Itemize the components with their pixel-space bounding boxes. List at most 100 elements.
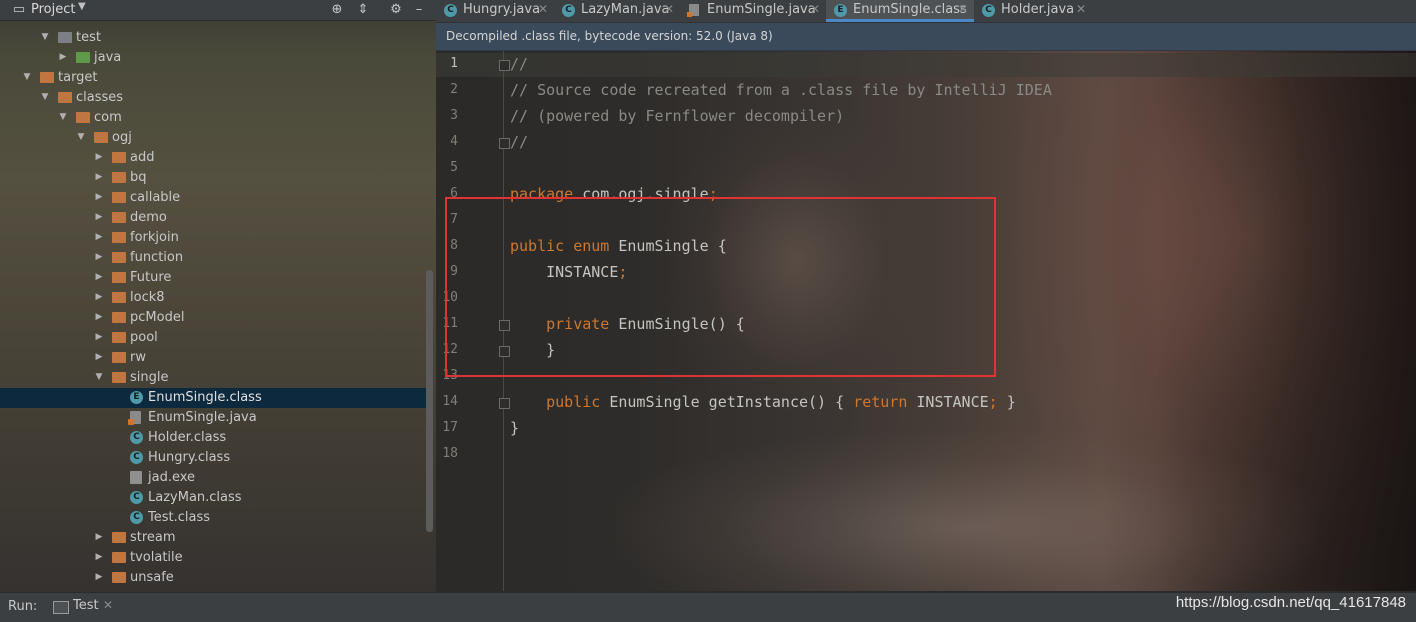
decompiled-banner: Decompiled .class file, bytecode version… (436, 23, 1416, 51)
locate-icon[interactable]: ⊕ (330, 3, 344, 17)
close-icon[interactable]: ✕ (958, 2, 968, 16)
hide-icon[interactable]: – (412, 3, 426, 17)
gear-icon[interactable]: ⚙ (389, 3, 403, 17)
collapsed-arrow-icon[interactable]: ▶ (94, 572, 104, 582)
tree-item-unsafe[interactable]: ▶ unsafe (0, 568, 430, 588)
tab-enumsingle-java[interactable]: EnumSingle.java ✕ (680, 0, 826, 22)
tree-item-target[interactable]: ▼ target (0, 68, 430, 88)
expanded-arrow-icon[interactable]: ▼ (22, 72, 32, 82)
class-file-icon: C (130, 491, 143, 504)
tree-item-lock8[interactable]: ▶ lock8 (0, 288, 430, 308)
tree-item-hungry-class[interactable]: C Hungry.class (0, 448, 430, 468)
tree-item-label: pool (130, 330, 158, 345)
tree-item-rw[interactable]: ▶ rw (0, 348, 430, 368)
tree-item-label: LazyMan.class (148, 490, 242, 505)
collapsed-arrow-icon[interactable]: ▶ (94, 332, 104, 342)
collapsed-arrow-icon[interactable]: ▶ (94, 532, 104, 542)
tree-item-label: unsafe (130, 570, 174, 585)
tree-item-label: forkjoin (130, 230, 179, 245)
close-icon[interactable]: ✕ (664, 2, 674, 16)
tree-item-lazyman-class[interactable]: C LazyMan.class (0, 488, 430, 508)
run-label: Run: (8, 599, 38, 614)
class-file-icon: C (130, 451, 143, 464)
tree-item-bq[interactable]: ▶ bq (0, 168, 430, 188)
tab-holder-java[interactable]: C Holder.java ✕ (974, 0, 1092, 22)
chevron-down-icon[interactable]: ▼ (78, 1, 86, 12)
tree-item-forkjoin[interactable]: ▶ forkjoin (0, 228, 430, 248)
close-icon[interactable]: ✕ (1076, 2, 1086, 16)
tab-hungry-java[interactable]: C Hungry.java ✕ (436, 0, 554, 22)
java-file-icon (128, 411, 141, 425)
fold-marker-icon[interactable] (499, 398, 510, 409)
tab-enumsingle-class[interactable]: E EnumSingle.class ✕ (826, 0, 974, 22)
folder-icon (112, 532, 126, 543)
class-icon: C (982, 4, 995, 17)
collapsed-arrow-icon[interactable]: ▶ (94, 312, 104, 322)
scrollbar[interactable] (426, 270, 433, 532)
code-line: // (510, 55, 529, 73)
collapsed-arrow-icon[interactable]: ▶ (94, 192, 104, 202)
tree-item-test-class[interactable]: C Test.class (0, 508, 430, 528)
tree-item-pool[interactable]: ▶ pool (0, 328, 430, 348)
exe-file-icon (130, 471, 142, 484)
tree-item-future[interactable]: ▶ Future (0, 268, 430, 288)
tree-item-com[interactable]: ▼ com (0, 108, 430, 128)
collapsed-arrow-icon[interactable]: ▶ (94, 172, 104, 182)
expanded-arrow-icon[interactable]: ▼ (40, 92, 50, 102)
collapsed-arrow-icon[interactable]: ▶ (94, 232, 104, 242)
project-header: ▭ Project ▼ ⊕ ⇕ ⚙ – (0, 0, 436, 21)
tree-item-tvolatile[interactable]: ▶ tvolatile (0, 548, 430, 568)
fold-marker-icon[interactable] (499, 60, 510, 71)
collapsed-arrow-icon[interactable]: ▶ (94, 272, 104, 282)
collapsed-arrow-icon[interactable]: ▶ (58, 52, 68, 62)
folder-icon (112, 252, 126, 263)
close-icon[interactable]: ✕ (810, 2, 820, 16)
fold-marker-icon[interactable] (499, 138, 510, 149)
expanded-arrow-icon[interactable]: ▼ (94, 372, 104, 382)
folder-icon (112, 192, 126, 203)
tree-item-label: single (130, 370, 169, 385)
tree-item-java[interactable]: ▶ java (0, 48, 430, 68)
tree-item-label: Hungry.class (148, 450, 231, 465)
tree-item-enumsingle-class[interactable]: E EnumSingle.class (0, 388, 430, 408)
collapsed-arrow-icon[interactable]: ▶ (94, 212, 104, 222)
line-number: 4 (450, 134, 458, 149)
tree-item-label: ogj (112, 130, 132, 145)
code-editor[interactable]: 1 2 3 4 5 6 7 8 9 10 11 12 13 14 17 18 //// Source code… (436, 51, 1416, 591)
folder-icon (76, 112, 90, 123)
tree-item-classes[interactable]: ▼ classes (0, 88, 430, 108)
tree-item-jad-exe[interactable]: jad.exe (0, 468, 430, 488)
tree-item-stream[interactable]: ▶ stream (0, 528, 430, 548)
tree-item-holder-class[interactable]: C Holder.class (0, 428, 430, 448)
run-tab-test[interactable]: Test (73, 598, 99, 613)
run-console-icon (53, 601, 69, 614)
collapsed-arrow-icon[interactable]: ▶ (94, 292, 104, 302)
tree-item-function[interactable]: ▶ function (0, 248, 430, 268)
close-icon[interactable]: ✕ (103, 598, 113, 612)
close-icon[interactable]: ✕ (538, 2, 548, 16)
expanded-arrow-icon[interactable]: ▼ (40, 32, 50, 42)
expanded-arrow-icon[interactable]: ▼ (76, 132, 86, 142)
tree-item-ogj[interactable]: ▼ ogj (0, 128, 430, 148)
tree-item-callable[interactable]: ▶ callable (0, 188, 430, 208)
collapsed-arrow-icon[interactable]: ▶ (94, 552, 104, 562)
collapsed-arrow-icon[interactable]: ▶ (94, 252, 104, 262)
tree-item-enumsingle-java[interactable]: EnumSingle.java (0, 408, 430, 428)
project-title[interactable]: Project (31, 2, 75, 17)
collapsed-arrow-icon[interactable]: ▶ (94, 152, 104, 162)
collapse-all-icon[interactable]: ⇕ (356, 3, 370, 17)
tree-item-test[interactable]: ▼ test (0, 28, 430, 48)
tree-item-add[interactable]: ▶ add (0, 148, 430, 168)
collapsed-arrow-icon[interactable]: ▶ (94, 352, 104, 362)
folder-icon (112, 232, 126, 243)
tree-item-single[interactable]: ▼ single (0, 368, 430, 388)
tree-item-label: tvolatile (130, 550, 183, 565)
folder-icon (112, 212, 126, 223)
tree-item-pcmodel[interactable]: ▶ pcModel (0, 308, 430, 328)
tree-item-demo[interactable]: ▶ demo (0, 208, 430, 228)
tab-lazyman-java[interactable]: C LazyMan.java ✕ (554, 0, 680, 22)
expanded-arrow-icon[interactable]: ▼ (58, 112, 68, 122)
watermark: https://blog.csdn.net/qq_41617848 (1175, 594, 1406, 611)
code-line: public EnumSingle getInstance() { return… (546, 393, 1016, 411)
class-icon: C (444, 4, 457, 17)
